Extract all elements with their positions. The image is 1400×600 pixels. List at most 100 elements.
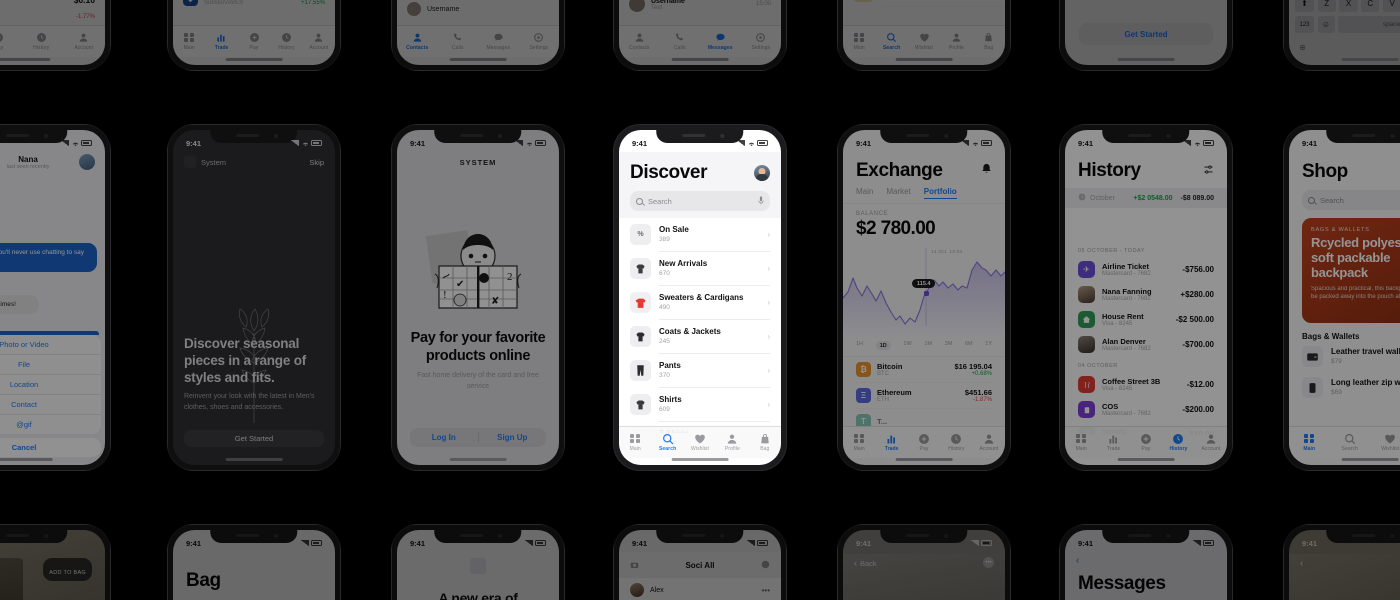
tab-search[interactable]: Search xyxy=(875,32,907,51)
add-to-bag-button[interactable]: ADD TO BAG xyxy=(43,558,92,581)
get-started-button[interactable]: Get Started xyxy=(184,430,324,447)
chart-range-selector[interactable]: 1H 1D 1W 1M 3M 6M 1Y xyxy=(856,341,992,350)
table-row[interactable]: Alan Denver Mastercard - 7682 -$700.00 xyxy=(1065,332,1227,357)
tab-profile[interactable]: Profile xyxy=(940,32,972,51)
list-item[interactable]: Shirts 609 › xyxy=(630,388,770,421)
list-item[interactable]: Sweaters & Cardigans 490 › xyxy=(630,286,770,319)
sheet-item-file[interactable]: File xyxy=(0,355,101,374)
key-z[interactable]: Z xyxy=(1317,0,1336,12)
range-1h[interactable]: 1H xyxy=(856,341,863,350)
sheet-item-photo[interactable]: Photo or Video xyxy=(0,335,101,354)
key-shift[interactable]: ⬆ xyxy=(1295,0,1314,12)
table-row[interactable]: ✈ Airline Ticket Mastercard - 7682 -$756… xyxy=(1065,257,1227,282)
sheet-cancel-button[interactable]: Cancel xyxy=(0,438,101,457)
coin-list[interactable]: ₿ Bitcoin BTC $16 195.04 +0.68% Ξ Ethere… xyxy=(843,357,1005,434)
avatar[interactable] xyxy=(79,154,95,170)
tab-calls[interactable]: Calls xyxy=(660,32,701,51)
tab-main[interactable]: Main xyxy=(1289,433,1330,452)
range-3m[interactable]: 3M xyxy=(945,341,953,350)
tab-bag[interactable]: Bag xyxy=(973,32,1005,51)
tab-trade[interactable]: Trade xyxy=(1097,433,1129,452)
sheet-item-gif[interactable]: @gif xyxy=(0,415,101,434)
month-summary[interactable]: October +$2 0548.00 -$8 089.00 xyxy=(1065,188,1227,208)
list-item[interactable]: Leather travel wallet $79 xyxy=(1302,341,1400,372)
key-numbers[interactable]: 123 xyxy=(1295,16,1314,33)
key-x[interactable]: X xyxy=(1339,0,1358,12)
tab-pay[interactable]: Pay xyxy=(1130,433,1162,452)
table-row[interactable]: House Rent Visa - 8245 -$2 500.00 xyxy=(1065,307,1227,332)
auth-button-group[interactable]: Log In Sign Up xyxy=(410,428,546,447)
sheet-item-location[interactable]: Location xyxy=(0,375,101,394)
table-row[interactable]: Nana Fanning Mastercard - 7682 +$280.00 xyxy=(1065,282,1227,307)
range-1m[interactable]: 1M xyxy=(924,341,932,350)
tab-pay[interactable]: Pay xyxy=(908,433,940,452)
table-row[interactable]: Coffee Street 3B Visa - 8245 -$12.00 xyxy=(1065,372,1227,397)
tab-trade[interactable]: Trade xyxy=(205,32,237,51)
signup-button[interactable]: Sign Up xyxy=(479,433,547,442)
tab-history[interactable]: History xyxy=(1162,433,1194,452)
camera-icon[interactable] xyxy=(630,556,639,574)
tab-portfolio[interactable]: Portfolio xyxy=(923,187,957,199)
avatar[interactable] xyxy=(630,583,644,597)
emoji-icon[interactable]: ☺ xyxy=(1317,16,1335,33)
avatar[interactable] xyxy=(754,165,770,181)
tab-settings[interactable]: Settings xyxy=(519,32,560,51)
tab-pay[interactable]: Pay xyxy=(0,32,20,51)
tab-account[interactable]: Account xyxy=(1195,433,1227,452)
tabbar-crypto-right[interactable]: Main Trade Pay History Account xyxy=(173,25,335,57)
action-sheet[interactable]: Photo or Video File Location Contact @gi… xyxy=(0,335,101,434)
more-icon[interactable]: ••• xyxy=(983,557,994,568)
list-item[interactable]: New Arrivals 670 › xyxy=(630,252,770,285)
portfolio-chart[interactable]: 14 Oct. 12:04 115.4 xyxy=(843,246,1005,338)
category-list[interactable]: % On Sale 389 › New Arrivals 670 › Sweat… xyxy=(619,218,781,433)
tab-messages[interactable]: Messages xyxy=(478,32,519,51)
tabbar-messages[interactable]: Contacts Calls Messages Settings xyxy=(619,25,781,57)
tabbar-contacts[interactable]: Contacts Calls Messages Settings xyxy=(397,25,559,57)
tab-market[interactable]: Market xyxy=(886,187,910,199)
tab-search[interactable]: Search xyxy=(651,433,683,452)
key-c[interactable]: C xyxy=(1361,0,1380,12)
sheet-item-contact[interactable]: Contact xyxy=(0,395,101,414)
range-6m[interactable]: 6M xyxy=(965,341,973,350)
tab-history[interactable]: History xyxy=(270,32,302,51)
tab-calls[interactable]: Calls xyxy=(438,32,479,51)
keyboard-row-2[interactable]: 123 ☺ space xyxy=(1295,16,1400,33)
tab-wishlist[interactable]: Wishlist xyxy=(908,32,940,51)
tabbar-discover[interactable]: Main Search Wishlist Profile Bag xyxy=(619,426,781,458)
table-row[interactable]: COS Mastercard - 7682 -$200.00 xyxy=(1065,397,1227,422)
tab-search[interactable]: Search xyxy=(1330,433,1371,452)
back-button[interactable]: ‹ Back xyxy=(854,558,877,568)
tab-account[interactable]: Account xyxy=(63,32,106,51)
list-item[interactable]: Coats & Jackets 245 › xyxy=(630,320,770,353)
list-item[interactable]: Ξ Ethereum ETH $451.66 -1.87% xyxy=(856,383,992,408)
tab-contacts[interactable]: Contacts xyxy=(397,32,438,51)
tab-wishlist[interactable]: Wishlist xyxy=(1370,433,1400,452)
tab-bag[interactable]: Bag xyxy=(749,433,781,452)
tab-settings[interactable]: Settings xyxy=(741,32,782,51)
tab-trade[interactable]: Trade xyxy=(875,433,907,452)
sliders-icon[interactable] xyxy=(1203,162,1214,180)
transaction-list[interactable]: 05 OCTOBER - TODAY ✈ Airline Ticket Mast… xyxy=(1065,242,1227,435)
skip-button[interactable]: Skip xyxy=(309,158,324,167)
sidebar-item-main[interactable]: Main xyxy=(619,433,651,452)
tab-main[interactable]: Main xyxy=(173,32,205,51)
tab-wishlist[interactable]: Wishlist xyxy=(684,433,716,452)
tabbar-history[interactable]: Main Trade Pay History Account xyxy=(1065,426,1227,458)
tab-main[interactable]: Main xyxy=(1065,433,1097,452)
more-icon[interactable]: ••• xyxy=(762,586,770,595)
key-space[interactable]: space xyxy=(1338,16,1400,33)
range-1w[interactable]: 1W xyxy=(903,341,911,350)
tab-main[interactable]: Main xyxy=(856,187,873,199)
tab-messages[interactable]: Messages xyxy=(700,32,741,51)
search-input[interactable]: Search xyxy=(630,191,770,211)
key-v[interactable]: V xyxy=(1382,0,1400,12)
tab-main[interactable]: Main xyxy=(843,433,875,452)
get-started-button[interactable]: Get Started xyxy=(1079,23,1213,45)
chevron-left-icon[interactable]: ‹ xyxy=(1300,558,1303,569)
list-item[interactable]: % On Sale 389 › xyxy=(630,218,770,251)
tab-account[interactable]: Account xyxy=(973,433,1005,452)
tab-main[interactable]: Main xyxy=(843,32,875,51)
message-bubble-icon[interactable] xyxy=(761,556,770,574)
tab-pay[interactable]: Pay xyxy=(238,32,270,51)
tab-contacts[interactable]: Contacts xyxy=(619,32,660,51)
